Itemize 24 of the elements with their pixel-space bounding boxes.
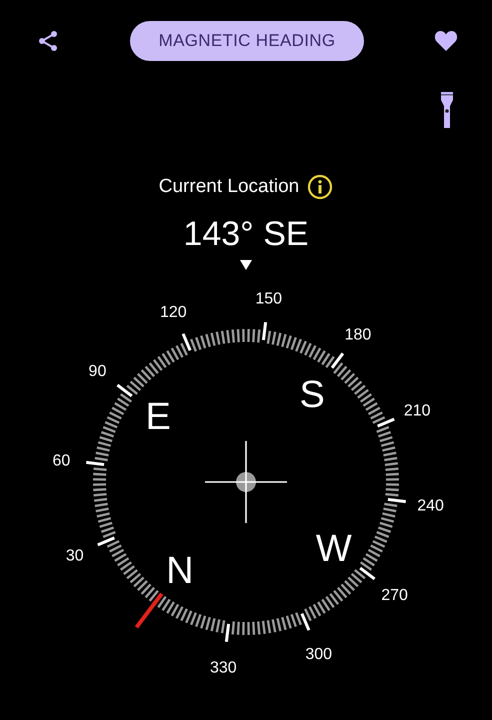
heart-icon[interactable] [434, 30, 458, 52]
magnetic-heading-button[interactable]: MAGNETIC HEADING [130, 21, 364, 61]
degree-label: 30 [66, 548, 84, 565]
degree-label: 270 [381, 586, 408, 604]
cardinal-letter: E [145, 396, 171, 438]
degree-label: 90 [88, 363, 106, 380]
location-label: Current Location [158, 176, 300, 198]
cardinal-letter: S [300, 374, 325, 416]
degree-label: 300 [305, 646, 332, 664]
info-icon[interactable] [307, 174, 334, 200]
flashlight-icon[interactable] [440, 92, 454, 128]
degree-label: 330 [210, 660, 237, 677]
cardinal-letter: N [166, 550, 194, 592]
degree-label: 210 [404, 402, 431, 420]
degree-label: 60 [52, 452, 70, 470]
share-icon[interactable] [36, 29, 60, 53]
cardinal-letter: W [316, 528, 352, 570]
degree-label: 120 [160, 304, 187, 321]
heading-pointer-icon [240, 260, 252, 270]
heading-reading: 143° SE [183, 214, 309, 254]
degree-label: 150 [255, 290, 282, 308]
degree-label: 240 [417, 498, 444, 515]
degree-label: 180 [344, 326, 372, 344]
north-marker [134, 592, 164, 629]
